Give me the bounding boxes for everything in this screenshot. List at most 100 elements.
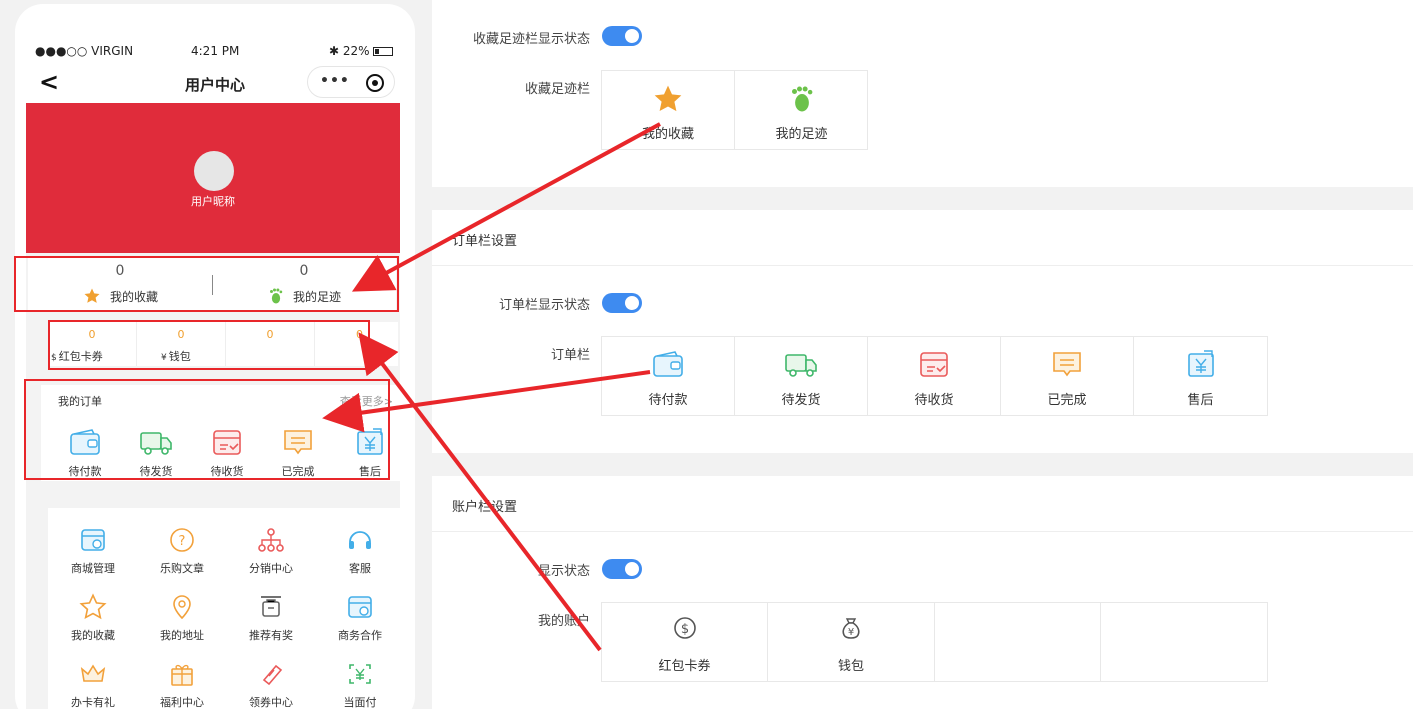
crown-icon bbox=[80, 664, 106, 682]
avatar[interactable] bbox=[194, 151, 234, 191]
nav-bar: < 用户中心 ••• bbox=[15, 66, 415, 100]
orders-section-title: 订单栏设置 bbox=[452, 234, 518, 249]
orders-grid-pending-shipment[interactable]: 待发货 bbox=[735, 337, 868, 415]
status-bar: ●●●○○ VIRGIN 4:21 PM ✱ 22% bbox=[15, 40, 415, 64]
highlight-favorites-bar bbox=[14, 256, 399, 312]
user-nickname: 用户昵称 bbox=[191, 195, 235, 208]
account-grid-slot-4[interactable] bbox=[1101, 603, 1267, 681]
handshake-icon bbox=[348, 596, 372, 618]
highlight-orders-bar bbox=[24, 379, 390, 480]
money-bag-icon: ¥ bbox=[842, 618, 860, 639]
orders-settings-section: 订单栏设置 订单栏显示状态 订单栏 待付款 待发货 待收货 已完成 售后 bbox=[432, 210, 1413, 453]
orders-bar-label: 订单栏 bbox=[550, 348, 590, 363]
footprint-icon bbox=[791, 86, 812, 112]
menu-welfare-center[interactable]: 福利中心 bbox=[137, 660, 227, 709]
section-header: 账户栏设置 bbox=[432, 476, 1413, 532]
favorites-settings-section: 收藏足迹栏显示状态 收藏足迹栏 我的收藏 我的足迹 bbox=[432, 0, 1413, 187]
menu-my-collection[interactable]: 我的收藏 bbox=[48, 593, 138, 643]
section-header: 订单栏设置 bbox=[432, 210, 1413, 266]
favorites-status-toggle[interactable] bbox=[602, 26, 642, 46]
account-grid-coupons[interactable]: $ 红包卡券 bbox=[602, 603, 768, 681]
star-outline-icon bbox=[79, 593, 107, 620]
close-target-icon[interactable] bbox=[366, 74, 384, 92]
menu-business-cooperation[interactable]: 商务合作 bbox=[315, 593, 405, 643]
orders-grid-completed[interactable]: 已完成 bbox=[1001, 337, 1134, 415]
dollar-circle-icon: $ bbox=[673, 617, 696, 639]
location-icon bbox=[173, 595, 191, 620]
grid-label: 售后 bbox=[1187, 393, 1214, 408]
menu-store-manage[interactable]: 商城管理 bbox=[48, 526, 138, 576]
scan-pay-icon bbox=[349, 664, 371, 684]
refund-icon bbox=[1187, 350, 1214, 377]
menu-articles[interactable]: ? 乐购文章 bbox=[137, 526, 227, 576]
favorites-grid-collection[interactable]: 我的收藏 bbox=[602, 71, 735, 149]
menu-customer-service[interactable]: 客服 bbox=[315, 526, 405, 576]
user-banner: 用户昵称 bbox=[26, 103, 400, 253]
grid-label: 待付款 bbox=[648, 393, 688, 408]
star-icon bbox=[654, 85, 682, 112]
truck-icon bbox=[785, 354, 817, 377]
account-settings-section: 账户栏设置 显示状态 我的账户 $ 红包卡券 ¥ 钱包 bbox=[432, 476, 1413, 709]
svg-text:?: ? bbox=[179, 534, 186, 549]
menu-label: 商城管理 bbox=[71, 562, 115, 575]
grid-label: 我的收藏 bbox=[641, 127, 694, 142]
menu-label: 分销中心 bbox=[249, 562, 293, 575]
battery-percent: 22% bbox=[342, 44, 370, 58]
favorites-grid: 我的收藏 我的足迹 bbox=[601, 70, 868, 150]
box-icon bbox=[920, 352, 948, 377]
menu-label: 领券中心 bbox=[249, 696, 293, 709]
store-icon bbox=[81, 529, 105, 551]
menu-label: 当面付 bbox=[343, 696, 377, 709]
menu-label: 商务合作 bbox=[338, 629, 382, 642]
bluetooth-icon: ✱ bbox=[329, 44, 340, 58]
status-time: 4:21 PM bbox=[191, 44, 240, 58]
account-grid-wallet[interactable]: ¥ 钱包 bbox=[768, 603, 935, 681]
grid-label: 待收货 bbox=[914, 393, 954, 408]
svg-text:$: $ bbox=[680, 622, 688, 637]
favorites-grid-footprint[interactable]: 我的足迹 bbox=[735, 71, 868, 149]
menu-face-pay[interactable]: 当面付 bbox=[315, 660, 405, 709]
menu-coupon-center[interactable]: 领券中心 bbox=[226, 660, 316, 709]
menu-distribution[interactable]: 分销中心 bbox=[226, 526, 316, 576]
wallet-icon bbox=[653, 351, 683, 377]
svg-text:¥: ¥ bbox=[848, 627, 854, 638]
question-icon: ? bbox=[170, 528, 194, 552]
grid-label: 红包卡券 bbox=[658, 659, 711, 674]
ticket-icon bbox=[262, 664, 283, 686]
orders-grid-after-sale[interactable]: 售后 bbox=[1134, 337, 1267, 415]
orders-grid-pending-payment[interactable]: 待付款 bbox=[602, 337, 735, 415]
menu-my-address[interactable]: 我的地址 bbox=[137, 593, 227, 643]
account-status-label: 显示状态 bbox=[537, 564, 590, 579]
grid-label: 待发货 bbox=[781, 393, 821, 408]
menu-label: 我的收藏 bbox=[71, 629, 115, 642]
menu-card-gift[interactable]: 办卡有礼 bbox=[48, 660, 138, 709]
favorites-bar-label: 收藏足迹栏 bbox=[524, 82, 590, 97]
menu-label: 我的地址 bbox=[160, 629, 204, 642]
function-menu: 商城管理 ? 乐购文章 分销中心 客服 我的收藏 我的地址 推荐有奖 商务合作 … bbox=[48, 508, 403, 709]
account-bar-label: 我的账户 bbox=[537, 614, 590, 629]
mini-program-capsule[interactable]: ••• bbox=[307, 66, 395, 98]
menu-referral-reward[interactable]: 推荐有奖 bbox=[226, 593, 316, 643]
menu-label: 推荐有奖 bbox=[249, 629, 293, 642]
account-grid: $ 红包卡券 ¥ 钱包 bbox=[601, 602, 1268, 682]
highlight-account-bar bbox=[48, 320, 370, 370]
message-icon bbox=[1053, 352, 1081, 377]
orders-status-label: 订单栏显示状态 bbox=[498, 298, 590, 313]
battery-status: ✱ 22% bbox=[329, 44, 394, 58]
menu-label: 乐购文章 bbox=[160, 562, 204, 575]
gift-icon bbox=[171, 664, 193, 686]
grid-label: 我的足迹 bbox=[775, 127, 828, 142]
menu-label: 福利中心 bbox=[160, 696, 204, 709]
more-icon[interactable]: ••• bbox=[320, 73, 350, 89]
account-status-toggle[interactable] bbox=[602, 559, 642, 579]
orders-status-toggle[interactable] bbox=[602, 293, 642, 313]
orders-grid-pending-receipt[interactable]: 待收货 bbox=[868, 337, 1001, 415]
carrier-signal: ●●●○○ VIRGIN bbox=[35, 44, 134, 58]
battery-icon bbox=[373, 47, 394, 56]
menu-label: 客服 bbox=[349, 562, 371, 575]
gift-cart-icon bbox=[261, 596, 281, 617]
headset-icon bbox=[349, 531, 371, 549]
account-grid-slot-3[interactable] bbox=[935, 603, 1101, 681]
menu-label: 办卡有礼 bbox=[71, 696, 115, 709]
network-icon bbox=[258, 528, 284, 552]
